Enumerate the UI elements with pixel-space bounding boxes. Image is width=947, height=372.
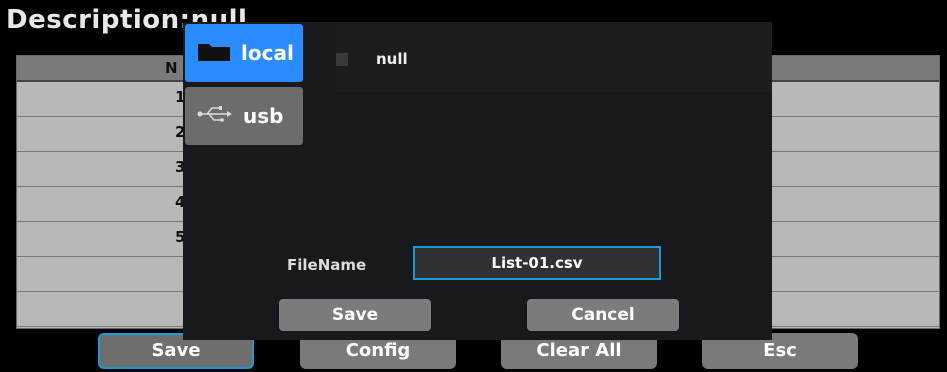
usb-icon — [197, 104, 233, 129]
table-header-label: N — [165, 59, 178, 77]
save-file-dialog: local usb null FileName List-01.csv Save… — [183, 22, 772, 340]
filename-label: FileName — [287, 256, 367, 274]
description-label: Description: — [6, 5, 191, 35]
location-label-usb: usb — [243, 104, 284, 128]
dialog-save-button[interactable]: Save — [279, 299, 431, 331]
location-tab-usb[interactable]: usb — [185, 87, 303, 145]
file-icon — [336, 53, 348, 66]
dialog-cancel-button[interactable]: Cancel — [527, 299, 679, 331]
file-list-item[interactable]: null — [336, 50, 408, 68]
filename-input[interactable]: List-01.csv — [413, 246, 661, 280]
file-name: null — [376, 50, 408, 68]
folder-icon — [197, 40, 231, 67]
location-tab-local[interactable]: local — [185, 24, 303, 82]
location-label-local: local — [241, 41, 294, 65]
